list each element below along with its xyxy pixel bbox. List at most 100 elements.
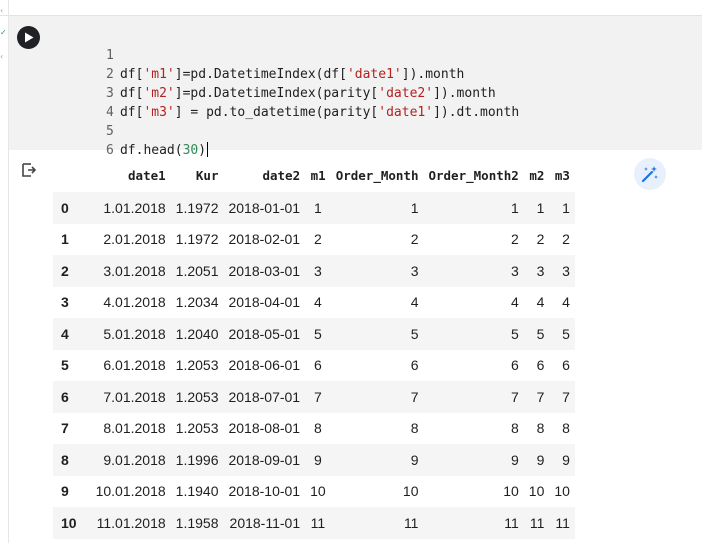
table-cell: 1.2053: [170, 381, 224, 413]
table-cell: 7.01.2018: [90, 381, 171, 413]
table-cell: 4: [536, 294, 545, 311]
table-row: 7 8.01.2018 1.2053 2018-08-01 8 8 8 8 8: [53, 413, 575, 445]
table-row: 0 1.01.2018 1.1972 2018-01-01 1 1 1 1 1: [53, 192, 575, 224]
run-cell-button[interactable]: [17, 26, 40, 49]
table-cell: 3: [305, 255, 331, 287]
table-row: 10 11.01.2018 1.1958 2018-11-01 11 11 11 11 11: [53, 507, 575, 539]
table-cell: 6: [410, 357, 419, 374]
code-line: 6 df.head(30): [59, 122, 519, 158]
table-cell: 2018-02-01: [228, 231, 301, 248]
table-cell: 1.2053: [175, 420, 219, 437]
table-cell: 1: [423, 192, 524, 224]
table-row: 5 6.01.2018 1.2053 2018-06-01 6 6 6 6 6: [53, 350, 575, 382]
cell-gutter: [9, 16, 49, 150]
column-header: Order_Month2: [428, 167, 519, 183]
column-header: m3: [554, 167, 570, 183]
table-row: 3 4.01.2018 1.2034 2018-04-01 4 4 4 4 4: [53, 287, 575, 319]
table-cell: 9.01.2018: [90, 444, 171, 476]
output-arrow-icon[interactable]: [20, 161, 38, 179]
table-cell: 7: [423, 381, 524, 413]
table-cell: 3: [523, 255, 550, 287]
table-cell: 7: [305, 381, 331, 413]
index-header: [53, 158, 91, 192]
row-index: 0: [53, 192, 91, 224]
magic-wand-icon: [641, 166, 658, 183]
row-index: 6: [53, 381, 91, 413]
table-cell: 4: [410, 294, 419, 311]
row-index: 1: [61, 231, 69, 248]
code-line: 1: [59, 27, 519, 63]
table-cell: 2: [536, 231, 545, 248]
table-cell: 1.2053: [175, 357, 219, 374]
corner-cell-marker-2: ‹: [0, 52, 4, 61]
table-row: 4 5.01.2018 1.2040 2018-05-01 5 5 5 5 5: [53, 318, 575, 350]
table-cell: 3.01.2018: [90, 255, 171, 287]
column-header: date2: [262, 167, 301, 183]
table-cell: 5: [330, 318, 424, 350]
table-cell: 1.1958: [170, 507, 224, 539]
table-cell: 11: [549, 507, 575, 539]
table-cell: 2018-09-01: [223, 444, 306, 476]
table-row: 2 3.01.2018 1.2051 2018-03-01 3 3 3 3 3: [53, 255, 575, 287]
table-cell: 5: [549, 318, 575, 350]
table-cell: 4: [511, 294, 519, 311]
table-cell: 9: [549, 444, 575, 476]
dataframe-table: date1 Kur date2 m1 Order_Month Order_Month2 m2…: [53, 158, 575, 539]
table-row: 8 9.01.2018 1.1996 2018-09-01 9 9 9 9 9: [53, 444, 575, 476]
table-cell: 7: [330, 381, 424, 413]
table-cell: 1.2051: [170, 255, 224, 287]
table-cell: 2: [511, 231, 519, 248]
table-cell: 6: [536, 357, 545, 374]
code-editor[interactable]: 1 2 df['m1']=pd.DatetimeIndex(df['date1']…: [59, 27, 519, 158]
table-cell: 9: [423, 444, 524, 476]
table-cell: 6: [562, 357, 570, 374]
table-row: 6 7.01.2018 1.2053 2018-07-01 7 7 7 7 7: [53, 381, 575, 413]
table-cell: 3: [423, 255, 524, 287]
table-cell: 6: [314, 357, 322, 374]
table-cell: 9: [523, 444, 550, 476]
table-row: 1 2.01.2018 1.1972 2018-02-01 2 2 2 2 2: [53, 224, 575, 256]
check-icon: ✓: [0, 28, 7, 37]
table-cell: 10: [310, 483, 326, 500]
table-cell: 10: [554, 483, 570, 500]
row-index: 3: [61, 294, 69, 311]
code-cell[interactable]: 1 2 df['m1']=pd.DatetimeIndex(df['date1']…: [9, 16, 702, 158]
table-cell: 1: [523, 192, 550, 224]
table-cell: 1.1972: [175, 231, 219, 248]
table-cell: 5.01.2018: [90, 318, 171, 350]
table-cell: 1.1940: [175, 483, 219, 500]
column-header: m1: [310, 167, 326, 183]
column-header: Kur: [195, 167, 219, 183]
table-cell: 10.01.2018: [95, 483, 166, 500]
table-cell: 2018-04-01: [228, 294, 301, 311]
table-cell: 2018-01-01: [223, 192, 306, 224]
table-cell: 8.01.2018: [103, 420, 166, 437]
code-line: 2 df['m1']=pd.DatetimeIndex(df['date1']).…: [59, 46, 519, 82]
table-cell: 3: [549, 255, 575, 287]
table-cell: 1.1972: [170, 192, 224, 224]
table-cell: 2: [562, 231, 570, 248]
table-cell: 8: [562, 420, 570, 437]
table-cell: 2018-06-01: [228, 357, 301, 374]
table-cell: 10: [503, 483, 519, 500]
column-header: Order_Month: [335, 167, 419, 183]
magic-wand-button[interactable]: [634, 158, 666, 190]
text-cursor: [207, 142, 209, 157]
table-cell: 1.01.2018: [90, 192, 171, 224]
code-text: df.head(30): [119, 143, 207, 158]
table-cell: 7: [549, 381, 575, 413]
table-cell: 11: [305, 507, 331, 539]
table-cell: 2018-08-01: [228, 420, 301, 437]
table-cell: 2018-05-01: [223, 318, 306, 350]
row-index: 7: [61, 420, 69, 437]
table-cell: 11.01.2018: [90, 507, 171, 539]
table-cell: 8: [511, 420, 519, 437]
row-index: 9: [61, 483, 69, 500]
row-index: 8: [53, 444, 91, 476]
table-cell: 4: [314, 294, 322, 311]
table-cell: 4: [562, 294, 570, 311]
table-cell: 1.1996: [170, 444, 224, 476]
corner-cell-marker: ‹: [0, 6, 4, 15]
table-cell: 6: [511, 357, 519, 374]
play-icon: [24, 32, 33, 43]
